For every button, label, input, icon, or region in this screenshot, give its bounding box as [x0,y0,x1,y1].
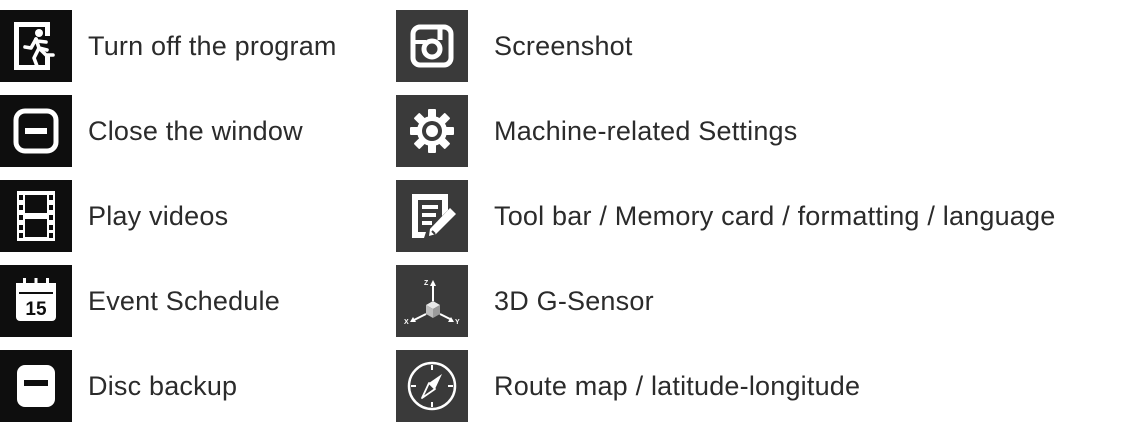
floppy-disk-icon [0,350,72,422]
calendar-day-number: 15 [25,299,47,320]
legend-item-event-schedule: 15 Event Schedule [0,265,280,337]
icon-legend: Turn off the program Close the window Pl… [0,0,1126,424]
gear-icon [396,95,468,167]
legend-item-route-map: Route map / latitude-longitude [396,350,860,422]
item-label: Disc backup [88,370,238,401]
x-axis-label: X [404,319,409,326]
camera-icon [396,10,468,82]
legend-item-toolbar-memory: Tool bar / Memory card / formatting / la… [396,180,1055,252]
edit-document-icon [396,180,468,252]
compass-icon [396,350,468,422]
legend-item-machine-settings: Machine-related Settings [396,95,797,167]
legend-item-screenshot: Screenshot [396,10,633,82]
item-label: Machine-related Settings [494,115,798,146]
item-label: 3D G-Sensor [494,285,654,316]
item-label: Close the window [88,115,303,146]
item-label: Play videos [88,200,229,231]
item-label: Tool bar / Memory card / formatting / la… [494,200,1056,231]
y-axis-label: Y [455,319,460,326]
legend-item-disc-backup: Disc backup [0,350,237,422]
exit-icon [0,10,72,82]
minimize-window-icon [0,95,72,167]
legend-item-play-videos: Play videos [0,180,228,252]
z-axis-label: Z [424,280,429,287]
item-label: Turn off the program [88,30,337,61]
legend-item-turn-off: Turn off the program [0,10,337,82]
item-label: Screenshot [494,30,633,61]
3d-axes-icon: Z X Y [396,265,468,337]
film-strip-icon [0,180,72,252]
legend-item-g-sensor: Z X Y 3D G-Sensor [396,265,654,337]
legend-item-close-window: Close the window [0,95,303,167]
item-label: Event Schedule [88,285,280,316]
calendar-icon: 15 [0,265,72,337]
item-label: Route map / latitude-longitude [494,370,861,401]
